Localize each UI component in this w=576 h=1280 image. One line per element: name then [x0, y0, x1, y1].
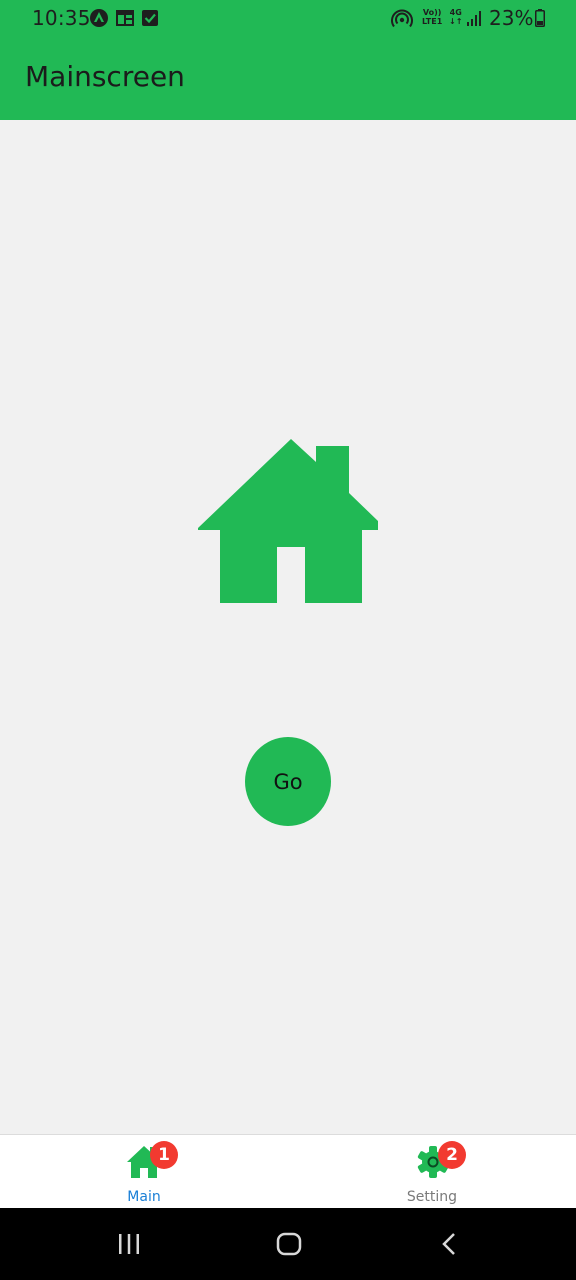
nav-label-main: Main — [127, 1189, 161, 1205]
network-gen-indicator: 4G ↓↑ — [449, 8, 462, 26]
page-title: Mainscreen — [25, 60, 185, 93]
news-icon — [115, 8, 135, 32]
home-button-icon[interactable] — [276, 1232, 302, 1260]
battery-percentage: 23% — [489, 6, 534, 30]
lte-label: LTE1 — [422, 17, 443, 26]
system-navigation-bar — [0, 1208, 576, 1280]
check-icon — [141, 8, 159, 32]
signal-icon — [466, 8, 484, 32]
nav-item-main[interactable]: 1 Main — [0, 1135, 288, 1209]
volte-label: Vo)) — [422, 8, 442, 17]
nav-label-setting: Setting — [406, 1189, 458, 1205]
notification-badge: 2 — [438, 1141, 466, 1169]
nav-item-setting[interactable]: 2 Setting — [288, 1135, 576, 1209]
network-gen-label: 4G — [449, 8, 462, 17]
hotspot-icon — [391, 8, 413, 32]
nearby-share-icon — [89, 8, 109, 32]
battery-icon — [535, 8, 545, 32]
network-indicator: Vo)) LTE1 — [422, 8, 442, 26]
back-icon[interactable] — [440, 1232, 460, 1260]
data-arrows-icon: ↓↑ — [449, 17, 463, 26]
bottom-navigation: 1 Main 2 Setting — [0, 1134, 576, 1208]
status-bar: 10:35 Vo)) LTE1 4G ↓↑ 23% — [0, 0, 576, 36]
home-icon — [197, 439, 379, 604]
status-time: 10:35 — [32, 6, 91, 30]
go-button[interactable]: Go — [245, 737, 331, 826]
recents-icon[interactable] — [117, 1232, 141, 1260]
notification-badge: 1 — [150, 1141, 178, 1169]
